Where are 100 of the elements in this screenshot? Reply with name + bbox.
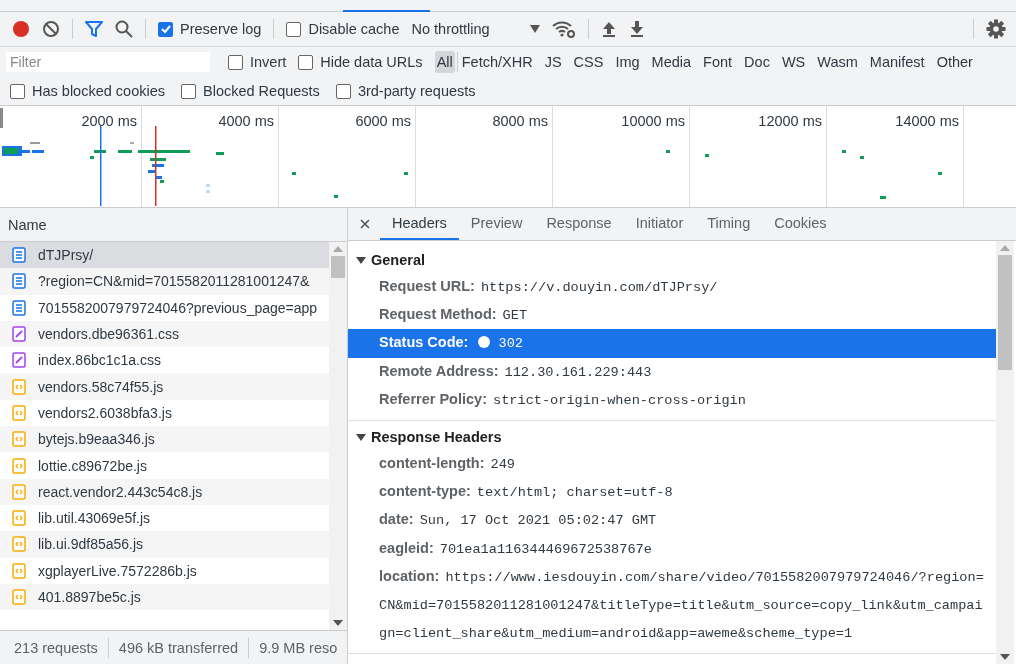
request-row[interactable]: index.86bc1c1a.css: [0, 347, 329, 374]
caret-icon[interactable]: [356, 431, 366, 442]
script-icon: [12, 378, 26, 395]
script-icon: [12, 536, 26, 553]
header-field: Referrer Policy: strict-origin-when-cross-origin: [348, 385, 996, 414]
status-dot: [478, 336, 491, 349]
checkbox-label[interactable]: Has blocked cookies: [32, 83, 165, 99]
stylesheet-icon: [12, 352, 26, 369]
script-icon: [12, 510, 26, 527]
header-field: content-length: 249: [348, 450, 996, 479]
request-row[interactable]: react.vendor2.443c54c8.js: [0, 478, 329, 505]
time-tick-label: 4000 ms: [218, 113, 274, 131]
type-filter-button[interactable]: CSS: [571, 51, 606, 73]
header-value: 302: [498, 336, 523, 352]
scroll-down-icon[interactable]: [333, 620, 343, 626]
script-icon: [12, 483, 26, 500]
document-icon: [12, 247, 26, 264]
checkbox[interactable]: [335, 83, 351, 99]
type-filter-button[interactable]: Wasm: [815, 51, 860, 73]
time-tick-label: 10000 ms: [621, 113, 685, 131]
checkbox[interactable]: [158, 21, 173, 37]
script-icon: [12, 589, 26, 605]
status-text: 9.9 MB reso: [259, 639, 338, 656]
details-tab[interactable]: Initiator: [623, 208, 696, 240]
details-tab[interactable]: Preview: [458, 208, 535, 240]
type-filter-button[interactable]: Img: [613, 51, 642, 73]
request-row[interactable]: vendors2.6038bfa3.js: [0, 399, 329, 427]
type-filter-button[interactable]: Manifest: [867, 51, 927, 73]
download-icon[interactable]: [628, 20, 645, 38]
checkbox-label[interactable]: Invert: [250, 54, 287, 70]
document-icon: [12, 273, 26, 290]
request-row[interactable]: vendors.58c74f55.js: [0, 373, 329, 400]
checkbox-label[interactable]: 3rd-party requests: [357, 83, 476, 99]
checkbox[interactable]: [286, 21, 302, 37]
type-filter-button[interactable]: WS: [779, 51, 808, 73]
request-row[interactable]: xgplayerLive.7572286b.js: [0, 557, 329, 584]
section-title[interactable]: General: [371, 251, 425, 268]
request-row[interactable]: dTJPrsy/: [0, 242, 329, 269]
type-filter-button[interactable]: JS: [542, 51, 564, 73]
network-conditions-icon[interactable]: [551, 20, 576, 38]
header-field: location: https://www.iesdouyin.com/share/video/7015582007979724046/?region=CN&mid=7015582011281001247&titleType=title&utm_source=copy_link&utm_campaign=client_share&utm_medium=android&app=aweme&scheme_type=1: [348, 562, 996, 648]
type-filter-button[interactable]: Font: [701, 51, 735, 73]
header-field: Request Method: GET: [348, 301, 996, 330]
time-tick-label: 6000 ms: [355, 113, 411, 131]
request-row[interactable]: ?region=CN&mid=7015582011281001247&: [0, 268, 329, 295]
checkbox[interactable]: [228, 54, 243, 70]
caret-icon[interactable]: [356, 254, 366, 265]
script-icon: [12, 457, 26, 474]
request-row[interactable]: 7015582007979724046?previous_page=app: [0, 294, 329, 321]
scrollbar-thumb[interactable]: [331, 256, 345, 278]
status-text: 213 requests: [14, 639, 98, 656]
type-filter-button[interactable]: Fetch/XHR: [459, 51, 535, 73]
time-tick-label: 12000 ms: [758, 113, 822, 131]
checkbox-label[interactable]: Hide data URLs: [320, 54, 423, 70]
stylesheet-icon: [12, 326, 26, 343]
type-filter-button[interactable]: Media: [649, 51, 694, 73]
filter-icon[interactable]: [85, 20, 103, 38]
document-icon: [12, 299, 26, 316]
checkbox-label[interactable]: Blocked Requests: [203, 83, 320, 99]
checkbox[interactable]: [298, 54, 314, 70]
request-row[interactable]: lottie.c89672be.js: [0, 452, 329, 479]
header-field: content-type: text/html; charset=utf-8: [348, 478, 996, 507]
scrollbar-thumb[interactable]: [998, 255, 1012, 370]
filter-field[interactable]: Filter: [6, 52, 210, 72]
column-header[interactable]: Name: [8, 216, 47, 233]
throttling-dropdown[interactable]: No throttling: [411, 21, 540, 37]
checkbox[interactable]: [10, 83, 25, 99]
details-tab[interactable]: Cookies: [762, 208, 839, 240]
caret-icon: [529, 25, 540, 33]
header-name: Status Code:: [379, 334, 469, 351]
section-title[interactable]: Response Headers: [371, 428, 502, 445]
scroll-down-icon[interactable]: [1000, 654, 1010, 660]
checkbox-label[interactable]: Disable cache: [308, 21, 400, 37]
type-filter-button[interactable]: Doc: [742, 51, 772, 73]
script-icon: [12, 562, 26, 579]
checkbox-label[interactable]: Preserve log: [180, 21, 262, 37]
header-field: Request URL: https://v.douyin.com/dTJPrsy/: [348, 273, 996, 302]
header-field: date: Sun, 17 Oct 2021 05:02:47 GMT: [348, 506, 996, 535]
close-icon[interactable]: [360, 219, 370, 229]
checkbox[interactable]: [181, 83, 196, 99]
details-tab[interactable]: Headers: [380, 208, 459, 240]
request-row[interactable]: lib.ui.9df85a56.js: [0, 531, 329, 558]
request-row[interactable]: vendors.dbe96361.css: [0, 320, 329, 348]
record-icon[interactable]: [12, 20, 30, 38]
request-row[interactable]: bytejs.b9eaa346.js: [0, 426, 329, 453]
upload-icon[interactable]: [600, 20, 617, 38]
header-field: Remote Address: 112.30.161.229:443: [348, 357, 996, 386]
script-icon: [12, 431, 26, 448]
request-row[interactable]: 401.8897be5c.js: [0, 583, 329, 611]
request-row[interactable]: lib.util.43069e5f.js: [0, 504, 329, 532]
settings-icon[interactable]: [986, 19, 1006, 39]
clear-icon[interactable]: [42, 20, 60, 38]
type-filter-button[interactable]: All: [434, 51, 455, 73]
time-tick-label: 8000 ms: [492, 113, 548, 131]
details-tab[interactable]: Timing: [695, 208, 763, 240]
details-tab[interactable]: Response: [534, 208, 624, 240]
type-filter-button[interactable]: Other: [934, 51, 975, 73]
search-icon[interactable]: [115, 20, 133, 38]
status-text: 496 kB transferred: [118, 639, 239, 656]
time-tick-label: 14000 ms: [895, 113, 959, 131]
